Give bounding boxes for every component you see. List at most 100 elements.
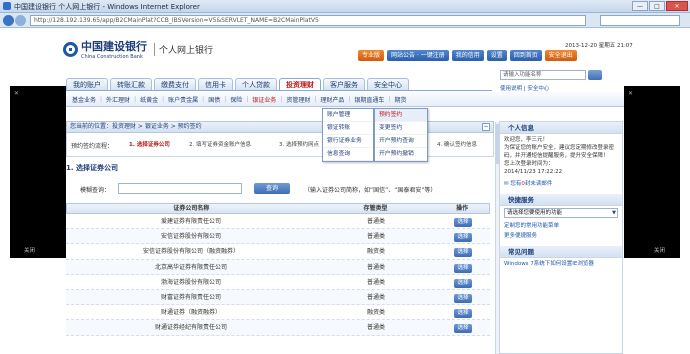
select-button[interactable]: 选择 — [454, 324, 472, 334]
menu-item-info-query[interactable]: 信息查询 — [323, 148, 373, 161]
search-icon[interactable] — [588, 70, 602, 80]
tab-divider — [66, 90, 492, 91]
address-bar: http://128.192.139.65/app/B2CMainPlat?CC… — [0, 13, 690, 28]
subnav-asset-mgmt[interactable]: 资管理财 — [286, 95, 310, 104]
subnav-futures[interactable]: 期货 — [394, 95, 406, 104]
tab-credit-card[interactable]: 信用卡 — [198, 78, 233, 90]
menu-item-bank-securities-transfer[interactable]: 银证转账 — [323, 122, 373, 135]
window-titlebar: 中国建设银行 个人网上银行 - Windows Internet Explore… — [0, 0, 690, 13]
tab-security[interactable]: 安全中心 — [367, 78, 409, 90]
notice-button[interactable]: 网站公告 · 一键注册 — [387, 50, 449, 61]
custody-type: 普通类 — [366, 324, 385, 332]
personal-info-title: 个人信息 — [500, 122, 622, 134]
tab-my-account[interactable]: 我的账户 — [66, 78, 108, 90]
bank-logo: 中国建设银行 China Construction Bank 个人网上银行 — [63, 38, 213, 60]
table-row: 财通证券（融资融券） 融资类 选择 — [66, 305, 490, 321]
select-button[interactable]: 选择 — [454, 278, 472, 288]
col-type-header: 存管类型 — [363, 205, 388, 212]
table-row: 爱建证券有限责任公司 普通类 选择 — [66, 214, 490, 230]
subnav-futures-direct[interactable]: 银期直通车 — [354, 95, 384, 104]
tab-customer-service[interactable]: 客户服务 — [323, 78, 365, 90]
url-field[interactable]: http://128.192.139.65/app/B2CMainPlat?CC… — [30, 15, 586, 26]
pro-version-button[interactable]: 专业版 — [358, 50, 385, 61]
tab-transfer[interactable]: 转账汇款 — [110, 78, 152, 90]
faq-title: 常见问题 — [500, 246, 622, 258]
custody-type: 融资类 — [366, 309, 385, 317]
personal-info-body: 欢迎您，李三元！ 为保证您的账户安全，建议您定期修改登录密码，并开通短信提醒服务… — [500, 134, 622, 178]
menu-item-preorder-sign[interactable]: 预约签约 — [375, 109, 427, 122]
logout-button[interactable]: 安全退出 — [544, 50, 577, 61]
breadcrumb: 您当前的位置：投资理财 > 银证业务 > 预约签约 − — [66, 121, 494, 133]
subnav-insurance[interactable]: 保险 — [230, 95, 242, 104]
right-ad-panel: ✕ 关闭 — [624, 86, 680, 258]
bank-name-cn: 中国建设银行 — [81, 40, 147, 53]
menu-item-preorder-query[interactable]: 开户预约查询 — [375, 135, 427, 148]
tab-loan[interactable]: 个人贷款 — [235, 78, 277, 90]
select-button[interactable]: 选择 — [454, 309, 472, 319]
custody-type: 普通类 — [366, 233, 385, 241]
forward-icon[interactable] — [15, 15, 26, 26]
menu-item-account-mgmt[interactable]: 账户管理 — [323, 109, 373, 122]
ie-icon — [3, 2, 11, 10]
menu-item-securities-business[interactable]: 银行证券业务 — [323, 135, 373, 148]
securities-table: 证券公司名称 存管类型 操作 爱建证券有限责任公司 普通类 选择 安信证券股份有限公… — [66, 203, 490, 336]
maximize-button[interactable]: □ — [649, 1, 665, 11]
subnav-bond[interactable]: 国债 — [208, 95, 220, 104]
table-row: 财通证券经纪有限责任公司 普通类 选择 — [66, 320, 490, 336]
quick-service-select[interactable]: 请选择您要使用的功能 — [504, 208, 618, 218]
tab-payment[interactable]: 缴费支付 — [154, 78, 196, 90]
select-button[interactable]: 选择 — [454, 263, 472, 273]
window-controls: — □ ✕ — [632, 1, 688, 11]
custody-type: 普通类 — [366, 278, 385, 286]
tab-investment[interactable]: 投资理财 — [279, 78, 321, 90]
section-title: 1. 选择证券公司 — [66, 164, 118, 172]
left-ad-panel: ✕ 关闭 — [10, 86, 66, 258]
select-button[interactable]: 选择 — [454, 233, 472, 243]
browser-search-field[interactable] — [600, 15, 680, 26]
subnav-fund[interactable]: 基金业务 — [72, 95, 96, 104]
faq-link[interactable]: Windows 7系统下如何设置IE浏览器 — [500, 258, 622, 268]
custody-type: 融资类 — [366, 248, 385, 256]
datetime: 2013-12-20 星期五 21:07 — [565, 43, 633, 49]
filter-input[interactable] — [118, 183, 242, 194]
home-button[interactable]: 回到首页 — [509, 50, 542, 61]
subnav-securities[interactable]: 银证业务 — [252, 95, 276, 104]
company-name: 安信证券股份有限公司（融资融券） — [142, 248, 239, 256]
subnav-precious-metal[interactable]: 账户贵金属 — [168, 95, 198, 104]
left-close-icon[interactable]: ✕ — [14, 90, 19, 97]
close-button[interactable]: ✕ — [666, 1, 688, 11]
menu-item-change-sign[interactable]: 变更签约 — [375, 122, 427, 135]
query-button[interactable]: 查询 — [254, 183, 290, 194]
step-indicator: 预约签约流程： 1. 选择证券公司 2. 填写证券资金账户信息 3. 选择预约网… — [66, 133, 494, 157]
quick-link-more[interactable]: 更多便捷服务 — [500, 230, 622, 240]
company-name: 财富证券有限责任公司 — [160, 293, 221, 301]
company-name: 北京高华证券有限责任公司 — [154, 263, 227, 271]
back-icon[interactable] — [3, 15, 14, 26]
left-close-label[interactable]: 关闭 — [24, 246, 35, 254]
table-row: 安信证券股份有限公司 普通类 选择 — [66, 229, 490, 245]
right-close-icon[interactable]: ✕ — [628, 90, 633, 97]
company-name: 财通证券经纪有限责任公司 — [154, 324, 227, 332]
col-name-header: 证券公司名称 — [173, 205, 210, 212]
custody-type: 普通类 — [366, 263, 385, 271]
function-search-input[interactable]: 请输入功能名称 — [500, 70, 586, 80]
right-close-label[interactable]: 关闭 — [654, 246, 665, 254]
unread-mail-link[interactable]: ✉ 您有0封未读邮件 — [500, 178, 622, 188]
table-body: 爱建证券有限责任公司 普通类 选择 安信证券股份有限公司 普通类 选择 安信证券股份有限… — [66, 214, 490, 336]
subnav-paper-gold[interactable]: 纸黄金 — [140, 95, 158, 104]
quick-link-custom-menu[interactable]: 定制您的常用功能菜单 — [500, 220, 622, 230]
bank-name-en: China Construction Bank — [81, 54, 143, 60]
minimize-button[interactable]: — — [632, 1, 648, 11]
select-button[interactable]: 选择 — [454, 293, 472, 303]
my-credit-button[interactable]: 我的信用 — [451, 50, 484, 61]
menu-item-preorder-cancel[interactable]: 开户预约撤销 — [375, 148, 427, 161]
collapse-icon[interactable]: − — [482, 123, 490, 131]
settings-button[interactable]: 设置 — [486, 50, 507, 61]
help-link[interactable]: 使用说明 | 安全中心 — [500, 84, 549, 92]
subnav-forex[interactable]: 外汇理财 — [106, 95, 130, 104]
subnav-wealth-products[interactable]: 理财产品 — [320, 95, 344, 104]
select-button[interactable]: 选择 — [454, 218, 472, 227]
filter-hint: （输入证券公司简称，如“国信”、“国泰君安”等） — [304, 187, 437, 194]
product-name: 个人网上银行 — [154, 42, 213, 56]
select-button[interactable]: 选择 — [454, 248, 472, 258]
